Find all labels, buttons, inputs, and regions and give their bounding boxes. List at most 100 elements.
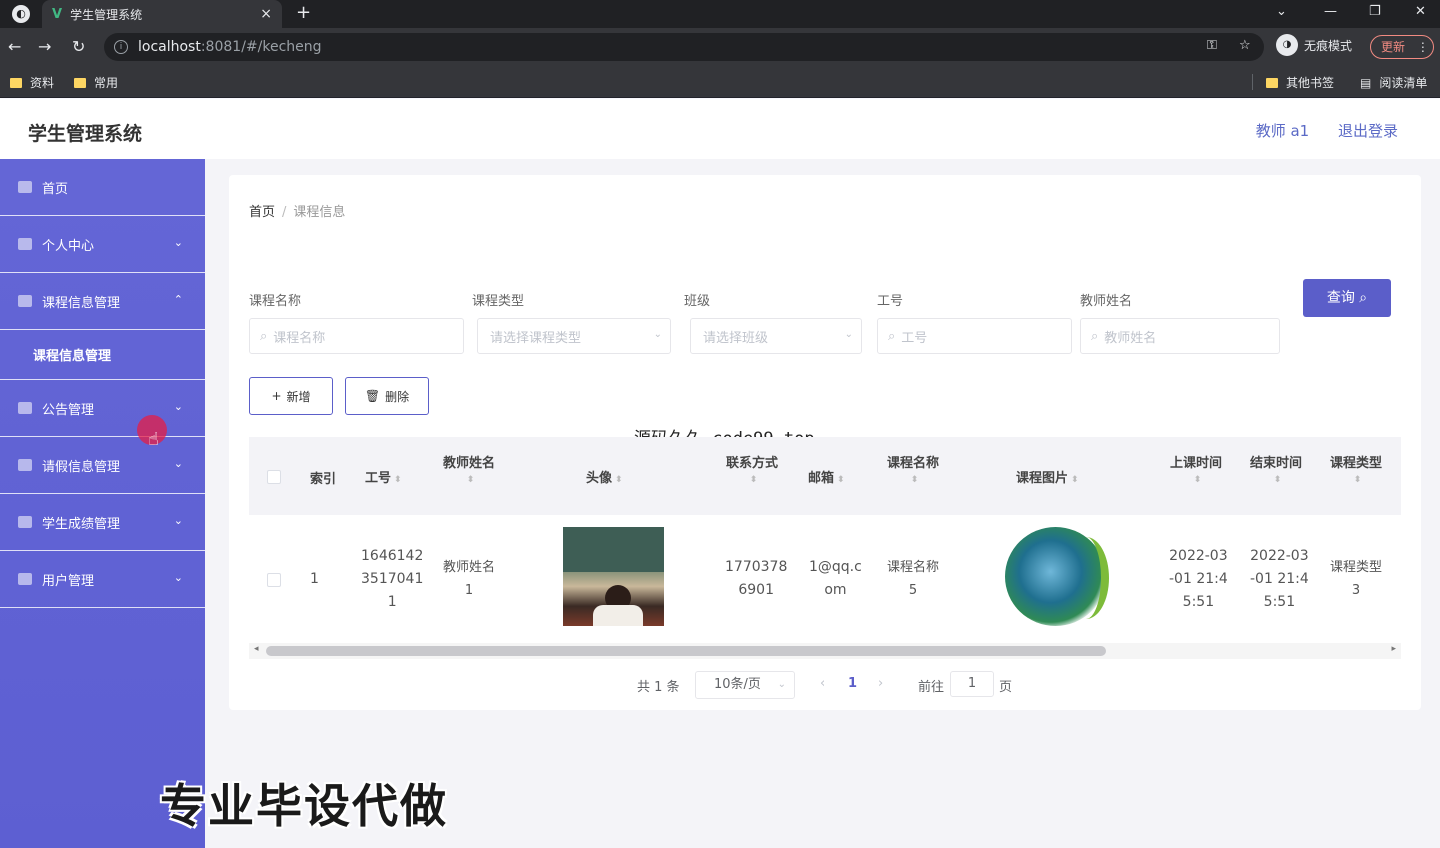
cell-email: 1@qq.c om [809,559,862,598]
sidebar-item-home[interactable]: 首页 [0,159,205,216]
teacher-name-input[interactable]: ⌕ 教师姓名 [1080,318,1280,354]
column-header[interactable]: 索引 [310,468,336,487]
incognito-indicator[interactable]: ◑ 无痕模式 [1276,34,1352,56]
breadcrumb: 首页 / 课程信息 [249,205,346,220]
address-bar[interactable]: i localhost:8081/#/kecheng [104,33,1264,61]
avatar[interactable] [563,527,664,626]
sidebar-item-announcements[interactable]: 公告管理 ⌄ [0,380,205,437]
sidebar-item-course-management[interactable]: 课程信息管理 ⌃ [0,273,205,330]
tab-close-icon[interactable]: × [260,6,272,22]
sidebar-item-grades[interactable]: 学生成绩管理 ⌄ [0,494,205,551]
new-tab-button[interactable]: + [296,2,311,23]
column-header[interactable]: 课程图片 ⬍ [1016,467,1079,486]
course-type-select[interactable]: 请选择课程类型 ⌄ [477,318,671,354]
page-size-select[interactable]: 10条/页 ⌄ [695,671,795,699]
back-icon[interactable]: ← [8,37,21,56]
sort-icon[interactable]: ⬍ [837,475,845,485]
delete-button[interactable]: 🗑 删除 [345,377,429,415]
sort-icon[interactable]: ⬍ [1194,475,1202,485]
bookmark-star-icon[interactable]: ☆ [1239,38,1251,53]
row-checkbox[interactable] [267,573,281,587]
logout-link[interactable]: 退出登录 [1338,122,1398,140]
incognito-icon: ◑ [1276,34,1298,56]
prev-page-button[interactable]: ‹ [820,676,825,691]
column-header[interactable]: 头像 ⬍ [586,467,623,486]
scroll-right-icon[interactable]: ▸ [1391,644,1396,654]
column-header[interactable]: 联系方式 ⬍ [726,452,778,486]
column-header[interactable]: 上课时间 ⬍ [1170,452,1222,486]
tab-search-icon[interactable]: ⌄ [1276,4,1287,19]
hand-cursor-icon: ☝ [148,429,159,450]
chevron-down-icon: ⌄ [777,679,786,690]
chevron-down-icon: ⌄ [173,571,183,584]
column-header[interactable]: 邮箱 ⬍ [808,467,845,486]
sort-icon[interactable]: ⬍ [394,475,402,485]
search-icon: ⌕ [1359,290,1368,306]
sidebar-item-users[interactable]: 用户管理 ⌄ [0,551,205,608]
class-select[interactable]: 请选择班级 ⌄ [690,318,862,354]
sort-icon[interactable]: ⬍ [911,475,919,485]
goto-page-input[interactable]: 1 [950,671,994,697]
teacher-name-label: 教师姓名 [1080,294,1133,309]
browser-menu-icon[interactable]: ◐ [12,5,30,23]
sidebar-subitem-course-info[interactable]: 课程信息管理 [0,330,205,380]
minimize-icon[interactable]: — [1324,4,1337,19]
sidebar-item-profile[interactable]: 个人中心 ⌄ [0,216,205,273]
current-user-link[interactable]: 教师 a1 [1256,122,1310,140]
reload-icon[interactable]: ↻ [72,37,85,56]
browser-tab[interactable]: V 学生管理系统 × [42,0,282,28]
column-header[interactable]: 课程名称 ⬍ [887,452,939,486]
sort-icon[interactable]: ⬍ [1354,475,1362,485]
cell-contact: 1770378 6901 [725,559,788,598]
restore-icon[interactable]: ❐ [1369,4,1381,19]
other-bookmarks[interactable]: 其他书签 [1266,74,1334,91]
breadcrumb-home[interactable]: 首页 [249,205,275,220]
job-no-input[interactable]: ⌕ 工号 [877,318,1072,354]
cell-job-no: 1646142 3517041 1 [361,548,424,610]
key-icon[interactable]: ⚿ [1207,38,1217,53]
column-header[interactable]: 工号 ⬍ [365,467,402,486]
sort-icon[interactable]: ⬍ [467,475,475,485]
reading-list[interactable]: ▤ 阅读清单 [1360,74,1427,91]
bookmark-folder[interactable]: 资料 [10,74,54,91]
pagination-total: 共 1 条 [637,680,680,695]
site-info-icon[interactable]: i [114,40,128,54]
sort-icon[interactable]: ⬍ [750,475,758,485]
job-no-label: 工号 [877,294,904,309]
goto-label: 前往 [918,680,945,695]
column-header[interactable]: 教师姓名 ⬍ [443,452,495,486]
sidebar-item-leave[interactable]: 请假信息管理 ⌄ [0,437,205,494]
bookmark-folder[interactable]: 常用 [74,74,118,91]
browser-tabstrip: ◐ V 学生管理系统 × + ⌄ — ❐ ✕ [0,0,1440,28]
close-window-icon[interactable]: ✕ [1415,4,1426,19]
add-button[interactable]: + 新增 [249,377,333,415]
scrollbar-thumb[interactable] [266,646,1106,656]
sort-icon[interactable]: ⬍ [615,475,623,485]
sort-icon[interactable]: ⬍ [1274,475,1282,485]
select-all-checkbox[interactable] [267,470,281,484]
course-image[interactable] [1005,527,1109,626]
course-name-label: 课程名称 [249,294,302,309]
next-page-button[interactable]: › [878,676,883,691]
course-name-input[interactable]: ⌕ 课程名称 [249,318,464,354]
scroll-left-icon[interactable]: ◂ [254,644,259,654]
page-number-current[interactable]: 1 [848,676,857,691]
cell-course-name: 课程名称 5 [887,560,940,598]
user-icon [18,238,32,250]
cell-teacher-name: 教师姓名 1 [443,560,496,598]
column-header[interactable]: 结束时间 ⬍ [1250,452,1302,486]
search-icon: ⌕ [260,328,268,344]
update-button[interactable]: 更新 ⋮ [1370,35,1434,59]
chevron-up-icon: ⌃ [173,293,183,306]
column-header[interactable]: 课程类型 ⬍ [1330,452,1382,486]
folder-icon [74,77,86,88]
vue-logo-icon: V [52,6,63,22]
query-button[interactable]: 查询 ⌕ [1303,279,1391,317]
trash-icon: 🗑 [364,389,381,403]
cell-end-time: 2022-03 -01 21:4 5:51 [1250,548,1309,610]
sort-icon[interactable]: ⬍ [1071,475,1079,485]
forward-icon[interactable]: → [38,37,51,56]
home-icon [18,181,32,193]
course-type-label: 课程类型 [472,294,525,309]
table-scrollbar[interactable]: ◂ ▸ [249,643,1401,659]
